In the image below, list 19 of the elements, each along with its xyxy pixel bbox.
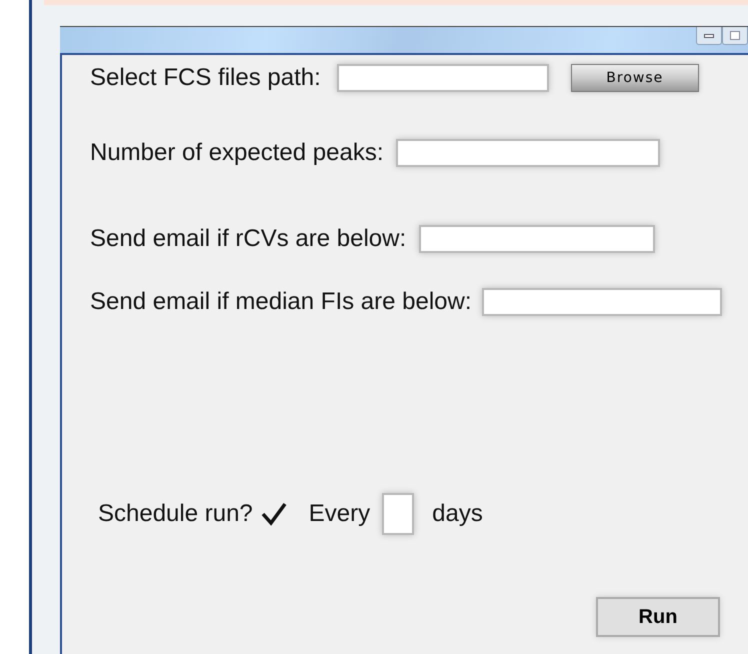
field-label: Send email if rCVs are below: — [90, 225, 406, 253]
input-field[interactable] — [396, 139, 660, 167]
browse-button[interactable]: Browse — [570, 64, 699, 92]
field-label: Send email if median FIs are below: — [90, 288, 472, 316]
schedule-label: Schedule run? — [98, 500, 253, 528]
every-label: Every — [308, 500, 370, 528]
checkbox[interactable] — [260, 502, 287, 526]
minimize-icon — [704, 34, 714, 38]
minimize-button[interactable] — [696, 27, 722, 45]
field-label: Number of expected peaks: — [90, 139, 384, 167]
days-input-field[interactable] — [382, 493, 414, 535]
days-label: days — [432, 500, 483, 528]
maximize-button[interactable] — [722, 27, 748, 45]
maximize-icon — [730, 31, 740, 40]
input-field[interactable] — [336, 64, 549, 92]
field-label: Select FCS files path: — [90, 64, 321, 92]
input-field[interactable] — [482, 288, 722, 316]
run-button[interactable]: Run — [596, 597, 720, 637]
input-field[interactable] — [419, 225, 656, 253]
